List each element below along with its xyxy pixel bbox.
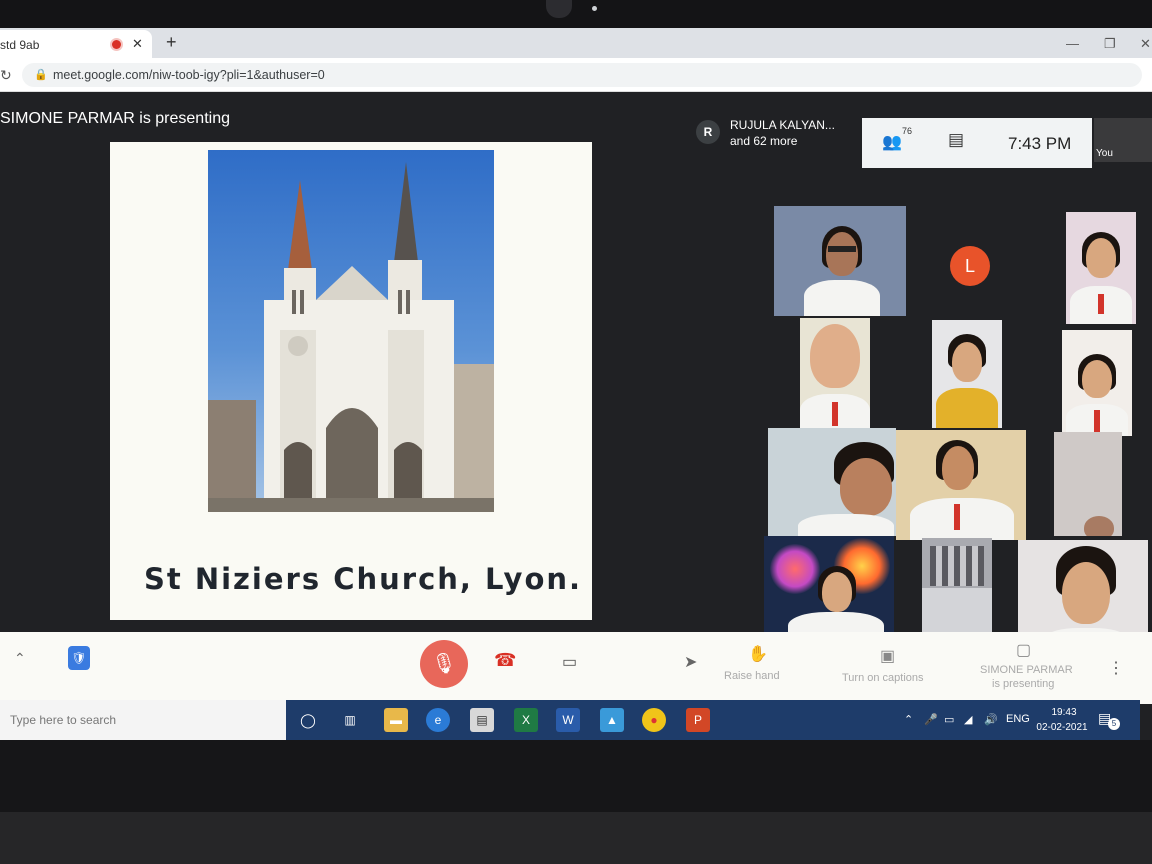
webcam [546, 0, 572, 18]
chat-icon[interactable]: ▤ [948, 130, 964, 150]
meet-control-bar: ⌃ 🛡 🎙 ☎ ▭ ➤ ✋ Raise hand ▣ Turn on capti… [0, 632, 1152, 704]
self-label: You [1096, 148, 1113, 159]
camera-button[interactable]: ▭ [562, 652, 577, 672]
participant-avatar: R [696, 120, 720, 144]
security-shield-icon[interactable]: 🛡 [68, 646, 90, 670]
notification-count: 5 [1108, 718, 1120, 730]
chrome-icon[interactable]: ● [642, 708, 666, 732]
edge-icon[interactable]: e [426, 708, 450, 732]
excel-icon[interactable]: X [514, 708, 538, 732]
battery-icon[interactable]: ▭ [944, 713, 954, 726]
self-video-tile[interactable]: You [1094, 118, 1152, 162]
participant-tile[interactable] [768, 428, 896, 536]
meet-top-controls: 👥 76 ▤ 7:43 PM [862, 118, 1092, 168]
presenting-banner: SIMONE PARMAR is presenting [0, 110, 230, 127]
wifi-icon[interactable]: ◢ [964, 713, 972, 726]
browser-tab[interactable]: std 9ab ✕ [0, 30, 152, 58]
participant-tile[interactable] [1054, 432, 1122, 536]
participant-tile[interactable] [896, 430, 1026, 540]
participant-tile[interactable] [932, 320, 1002, 428]
tray-chevron-icon[interactable]: ⌃ [904, 713, 913, 726]
lock-icon[interactable]: 🔒 [34, 68, 48, 81]
word-icon[interactable]: W [556, 708, 580, 732]
participants-chip[interactable]: R RUJULA KALYAN... and 62 more [694, 112, 854, 158]
mic-tray-icon[interactable]: 🎤 [924, 713, 938, 726]
present-icon[interactable]: ▢ [1016, 640, 1031, 660]
taskbar-date[interactable]: 02-02-2021 [1034, 722, 1090, 733]
taskbar-time[interactable]: 19:43 [1040, 707, 1088, 718]
people-icon[interactable]: 👥 [882, 132, 902, 152]
mic-off-button[interactable]: 🎙 [420, 640, 468, 688]
cortana-icon[interactable]: ◯ [296, 708, 320, 732]
recording-icon [112, 40, 121, 49]
language-indicator[interactable]: ENG [1006, 713, 1030, 725]
participant-tile[interactable] [774, 206, 906, 316]
webcam-led [592, 6, 597, 11]
participant-avatar-l[interactable]: L [950, 246, 990, 286]
laptop-bezel-top [0, 0, 1152, 28]
participant-tile[interactable] [800, 318, 870, 428]
close-tab-icon[interactable]: ✕ [132, 36, 143, 52]
new-tab-button[interactable]: + [166, 32, 177, 53]
address-bar[interactable]: 🔒 meet.google.com/niw-toob-igy?pli=1&aut… [22, 63, 1142, 87]
windows-taskbar: Type here to search ◯ ▥ ▬ e ▤ X W ▲ ● P … [0, 700, 1140, 740]
more-options-icon[interactable]: ⋮ [1108, 658, 1124, 678]
browser-tab-strip: std 9ab ✕ + — ❐ ✕ [0, 28, 1152, 58]
church-photo [208, 150, 494, 512]
presenter-label-line1[interactable]: SIMONE PARMAR [980, 664, 1073, 676]
participant-tile[interactable] [1018, 540, 1148, 644]
search-placeholder: Type here to search [10, 713, 117, 727]
people-count: 76 [902, 126, 913, 136]
notification-center-icon[interactable]: ▤ 5 [1098, 710, 1120, 730]
laptop-screen: std 9ab ✕ + — ❐ ✕ ↻ 🔒 meet.google.com/ni… [0, 28, 1152, 740]
maximize-icon[interactable]: ❐ [1104, 36, 1116, 52]
meet-stage: SIMONE PARMAR is presenting St Niziers C… [0, 92, 1152, 698]
presentation-slide: St Niziers Church, Lyon. [110, 142, 592, 620]
minimize-icon[interactable]: — [1066, 36, 1079, 51]
reload-icon[interactable]: ↻ [0, 67, 12, 84]
participant-more: and 62 more [730, 134, 798, 148]
hang-up-button[interactable]: ☎ [494, 650, 516, 671]
browser-toolbar: ↻ 🔒 meet.google.com/niw-toob-igy?pli=1&a… [0, 58, 1152, 92]
participant-name: RUJULA KALYAN... [730, 118, 835, 132]
raise-hand-icon[interactable]: ✋ [748, 644, 768, 664]
url-text: meet.google.com/niw-toob-igy?pli=1&authu… [53, 68, 325, 82]
volume-icon[interactable]: 🔊 [984, 713, 998, 726]
chevron-up-icon[interactable]: ⌃ [14, 650, 26, 667]
taskbar-search[interactable]: Type here to search [0, 700, 286, 740]
participant-tile[interactable] [922, 538, 992, 642]
participant-tile[interactable] [764, 536, 894, 642]
photos-icon[interactable]: ▲ [600, 708, 624, 732]
participant-tile[interactable] [1066, 212, 1136, 324]
tab-title: std 9ab [0, 38, 40, 52]
mouse-cursor-icon: ➤ [684, 654, 698, 671]
raise-hand-label[interactable]: Raise hand [724, 670, 780, 682]
file-explorer-icon[interactable]: ▬ [384, 708, 408, 732]
presenter-label-line2[interactable]: is presenting [992, 678, 1054, 690]
laptop-keyboard-edge [0, 812, 1152, 864]
captions-label[interactable]: Turn on captions [842, 672, 924, 684]
task-view-icon[interactable]: ▥ [338, 708, 362, 732]
window-close-icon[interactable]: ✕ [1140, 36, 1151, 52]
church-illustration [208, 162, 494, 512]
slide-caption: St Niziers Church, Lyon. [144, 562, 583, 596]
participant-tile[interactable] [1062, 330, 1132, 436]
powerpoint-icon[interactable]: P [686, 708, 710, 732]
store-icon[interactable]: ▤ [470, 708, 494, 732]
meeting-clock: 7:43 PM [1008, 134, 1072, 153]
captions-icon[interactable]: ▣ [880, 646, 895, 666]
